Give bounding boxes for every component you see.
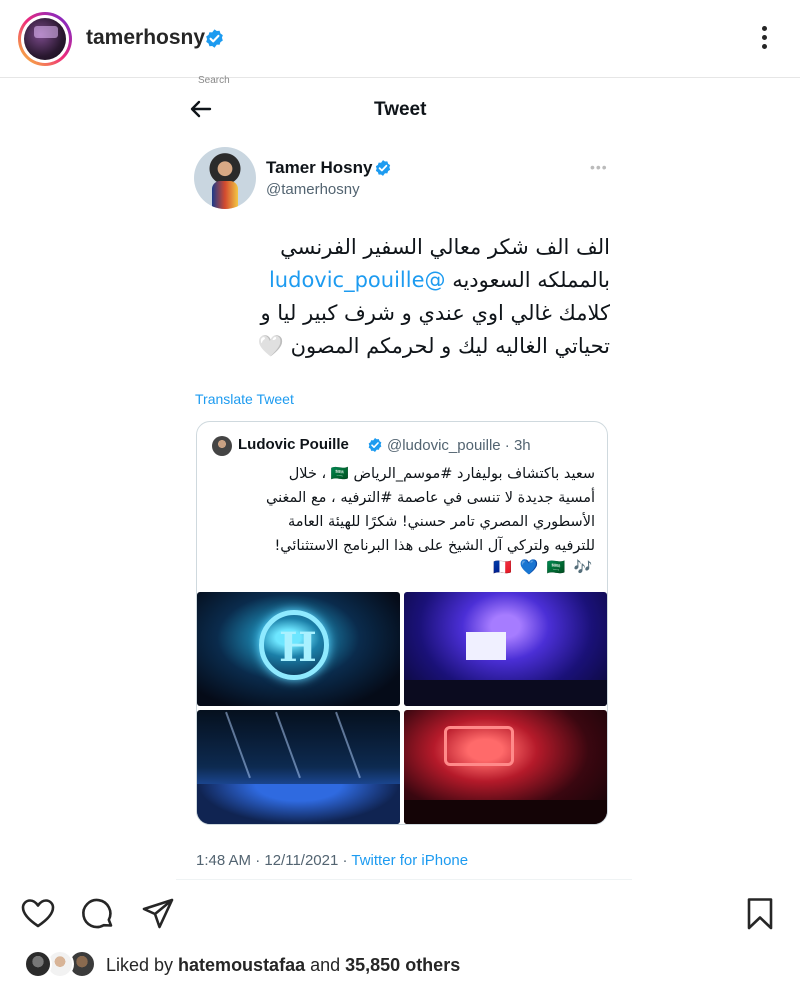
quoted-text-line: أمسية جديدة لا تنسى في عاصمة #الترفيه ، … — [266, 490, 595, 506]
back-arrow-icon — [190, 100, 212, 118]
tweet-text-line: كلامك غالي اوي عندي و شرف كبير ليا و — [260, 301, 610, 325]
tweet-source: Twitter for iPhone — [351, 852, 469, 869]
likes-count[interactable]: 35,850 others — [345, 955, 460, 975]
verified-badge-icon — [368, 438, 382, 452]
tweet-author-handle: @tamerhosny — [266, 181, 360, 198]
post-image-tweet-screenshot: Search Tweet Tamer Hosny @tamerhosny •••… — [0, 75, 800, 881]
quoted-text-line: للترفيه ولتركي آل الشيخ على هذا البرنامج… — [274, 538, 595, 554]
quoted-emoji-line: 🇫🇷 💙 🇸🇦 🎶 — [493, 559, 595, 576]
concert-photo-1: H — [197, 592, 400, 706]
tweet-screen-title: Tweet — [374, 99, 427, 120]
send-icon[interactable] — [140, 896, 176, 932]
likes-row: Liked by hatemoustafaa and 35,850 others — [0, 946, 800, 980]
quoted-tweet: Ludovic Pouille @ludovic_pouille · 3h سع… — [196, 421, 608, 825]
liked-by-user[interactable]: hatemoustafaa — [178, 955, 305, 975]
post-header: tamerhosny — [0, 0, 800, 78]
divider — [176, 879, 632, 880]
quoted-text-line: الأسطوري المصري تامر حسني! شكرًا للهيئة … — [288, 514, 595, 530]
tweet-timestamp: 1:48 AM · 12/11/2021 · Twitter for iPhon… — [196, 852, 469, 869]
tweet-author-avatar — [194, 147, 256, 209]
quoted-author-handle-time: @ludovic_pouille · 3h — [387, 437, 531, 454]
post-username[interactable]: tamerhosny — [86, 26, 205, 50]
tweet-text-line: تحياتي الغاليه ليك و لحرمكم المصون 🤍 — [257, 334, 610, 358]
tweet-mention: @ludovic_pouille — [268, 268, 446, 292]
verified-badge-icon — [375, 160, 391, 176]
quoted-text-line: سعيد باكتشاف بوليفارد #موسم_الرياض 🇸🇦 ، … — [288, 466, 595, 482]
comment-icon[interactable] — [80, 896, 116, 932]
likes-text[interactable]: Liked by hatemoustafaa and 35,850 others — [106, 955, 460, 976]
tweet-more-icon: ••• — [590, 159, 608, 175]
verified-badge-icon — [206, 29, 223, 48]
liker-avatar — [24, 950, 52, 978]
bookmark-icon[interactable] — [742, 896, 778, 932]
tweet-author-name: Tamer Hosny — [266, 158, 373, 177]
tweet-text-line: بالمملكه السعوديه @ludovic_pouille — [268, 268, 610, 292]
quoted-tweet-text: سعيد باكتشاف بوليفارد #موسم_الرياض 🇸🇦 ، … — [211, 462, 595, 558]
more-vertical-icon[interactable] — [752, 22, 776, 56]
translate-tweet-link: Translate Tweet — [195, 391, 294, 407]
tweet-text-line: الف الف شكر معالي السفير الفرنسي — [280, 235, 610, 259]
concert-photo-2 — [404, 592, 607, 706]
white-heart-emoji: 🤍 — [257, 334, 284, 358]
concert-photo-4 — [404, 710, 607, 824]
quoted-author-name: Ludovic Pouille — [238, 436, 349, 453]
search-label-stub: Search — [198, 75, 230, 86]
heart-icon[interactable] — [20, 896, 56, 932]
profile-avatar[interactable] — [18, 12, 72, 66]
quoted-author-avatar — [212, 436, 232, 456]
concert-photo-3 — [197, 710, 400, 824]
post-action-bar — [0, 890, 800, 938]
tweet-text: الف الف شكر معالي السفير الفرنسي بالمملك… — [200, 231, 610, 363]
quoted-media-grid: H — [197, 592, 607, 824]
